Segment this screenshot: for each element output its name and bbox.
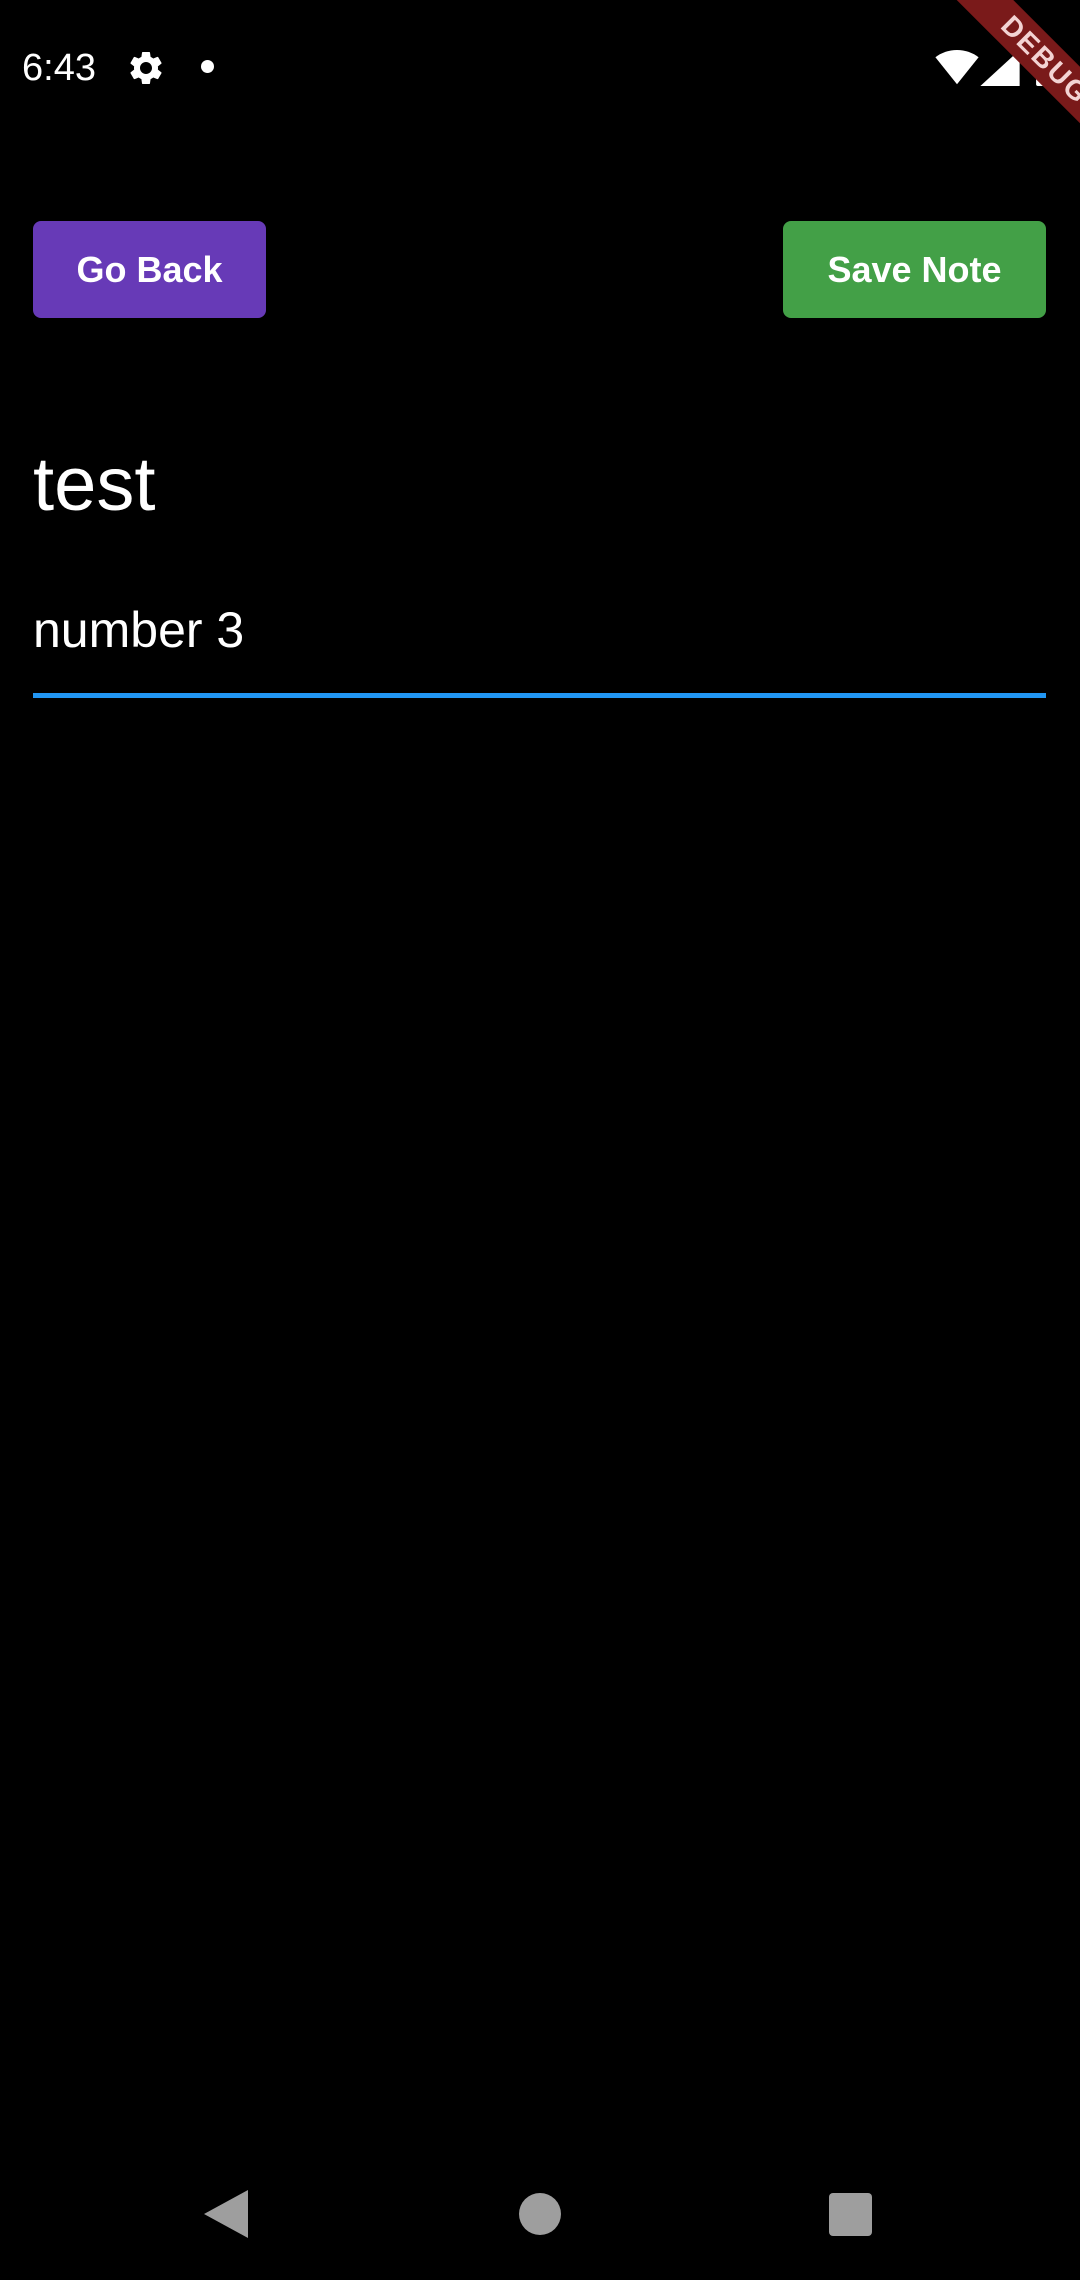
note-body-focus-underline	[33, 693, 1046, 698]
nav-back-icon[interactable]	[204, 2190, 248, 2238]
signal-icon	[980, 50, 1020, 86]
gear-icon	[130, 51, 162, 84]
note-body-input[interactable]: number 3	[33, 590, 1046, 670]
wifi-icon	[935, 50, 979, 85]
note-title[interactable]: test	[33, 440, 156, 530]
status-time: 6:43	[22, 47, 96, 89]
save-note-button[interactable]: Save Note	[783, 221, 1046, 318]
notification-dot-icon	[201, 60, 214, 73]
status-bar: 6:43	[0, 0, 1080, 135]
go-back-button[interactable]: Go Back	[33, 221, 266, 318]
nav-recents-icon[interactable]	[829, 2193, 872, 2236]
battery-icon	[1036, 46, 1058, 86]
nav-home-icon[interactable]	[519, 2193, 561, 2235]
